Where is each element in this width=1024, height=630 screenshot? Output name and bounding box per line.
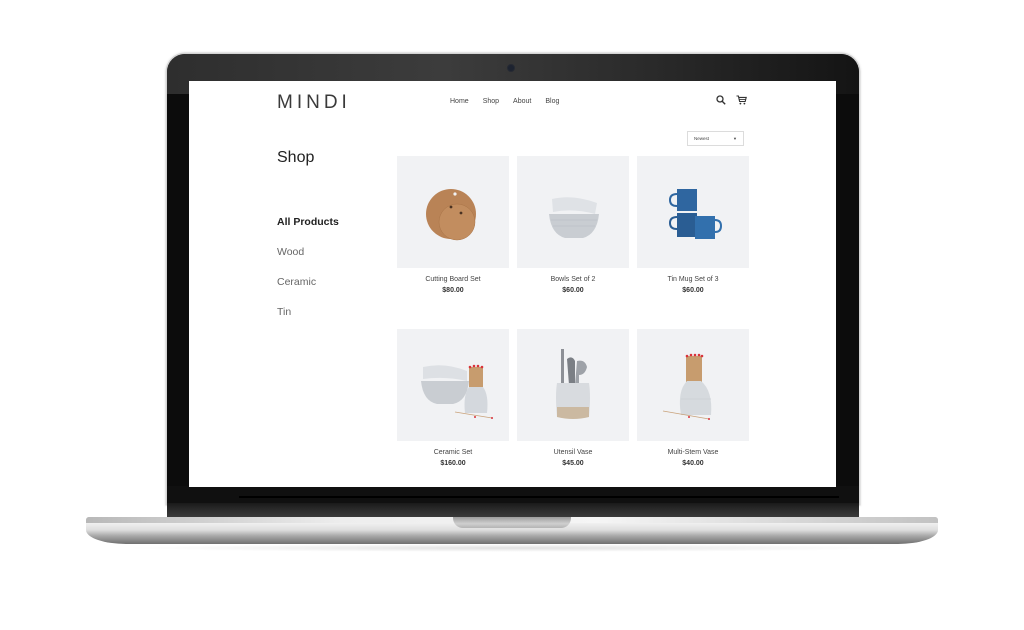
product-card[interactable]: Multi-Stem Vase $40.00 (637, 329, 749, 487)
base-notch (453, 517, 571, 528)
header-icons (716, 95, 747, 105)
product-image-utensil-vase[interactable] (517, 329, 629, 441)
product-price: $160.00 (440, 460, 466, 467)
product-price: $60.00 (682, 287, 704, 294)
product-name: Cutting Board Set (425, 276, 481, 283)
search-icon[interactable] (716, 95, 726, 105)
bezel-line (239, 496, 839, 498)
nav-about[interactable]: About (513, 98, 531, 105)
page-title: Shop (277, 149, 315, 166)
product-price: $40.00 (682, 460, 704, 467)
product-card[interactable]: Utensil Vase $45.00 (517, 329, 629, 487)
site-logo[interactable]: MINDI (277, 92, 351, 114)
product-image-multi-stem-vase[interactable] (637, 329, 749, 441)
laptop-shadow (120, 544, 904, 552)
product-image-tin-mugs[interactable] (637, 156, 749, 268)
laptop-base (86, 517, 938, 544)
product-name: Multi-Stem Vase (667, 449, 719, 456)
product-price: $80.00 (442, 287, 464, 294)
main-nav: Home Shop About Blog (450, 98, 559, 105)
product-image-ceramic-set[interactable] (397, 329, 509, 441)
cart-icon[interactable] (736, 95, 747, 105)
product-name: Tin Mug Set of 3 (667, 276, 719, 283)
nav-shop[interactable]: Shop (483, 98, 499, 105)
category-list: All Products Wood Ceramic Tin (277, 216, 339, 336)
category-tin[interactable]: Tin (277, 306, 339, 336)
product-card[interactable]: Tin Mug Set of 3 $60.00 (637, 156, 749, 329)
nav-blog[interactable]: Blog (545, 98, 559, 105)
product-image-bowls[interactable] (517, 156, 629, 268)
bezel-bottom (167, 486, 859, 504)
product-grid: Cutting Board Set $80.00 Bowls Set of 2 … (397, 156, 749, 487)
product-image-cutting-boards[interactable] (397, 156, 509, 268)
product-card[interactable]: Bowls Set of 2 $60.00 (517, 156, 629, 329)
camera-icon (508, 65, 514, 71)
screen: MINDI Home Shop About Blog Newest ▼ Shop… (189, 81, 836, 487)
category-wood[interactable]: Wood (277, 246, 339, 276)
product-card[interactable]: Ceramic Set $160.00 (397, 329, 509, 487)
sort-value: Newest (694, 136, 710, 141)
category-all-products[interactable]: All Products (277, 216, 339, 246)
product-price: $60.00 (562, 287, 584, 294)
product-name: Bowls Set of 2 (550, 276, 596, 283)
product-name: Utensil Vase (553, 449, 593, 456)
product-card[interactable]: Cutting Board Set $80.00 (397, 156, 509, 329)
product-price: $45.00 (562, 460, 584, 467)
sort-select[interactable]: Newest ▼ (687, 131, 744, 146)
nav-home[interactable]: Home (450, 98, 469, 105)
caret-down-icon: ▼ (733, 136, 737, 141)
product-name: Ceramic Set (433, 449, 473, 456)
category-ceramic[interactable]: Ceramic (277, 276, 339, 306)
laptop-hinge (167, 503, 859, 517)
